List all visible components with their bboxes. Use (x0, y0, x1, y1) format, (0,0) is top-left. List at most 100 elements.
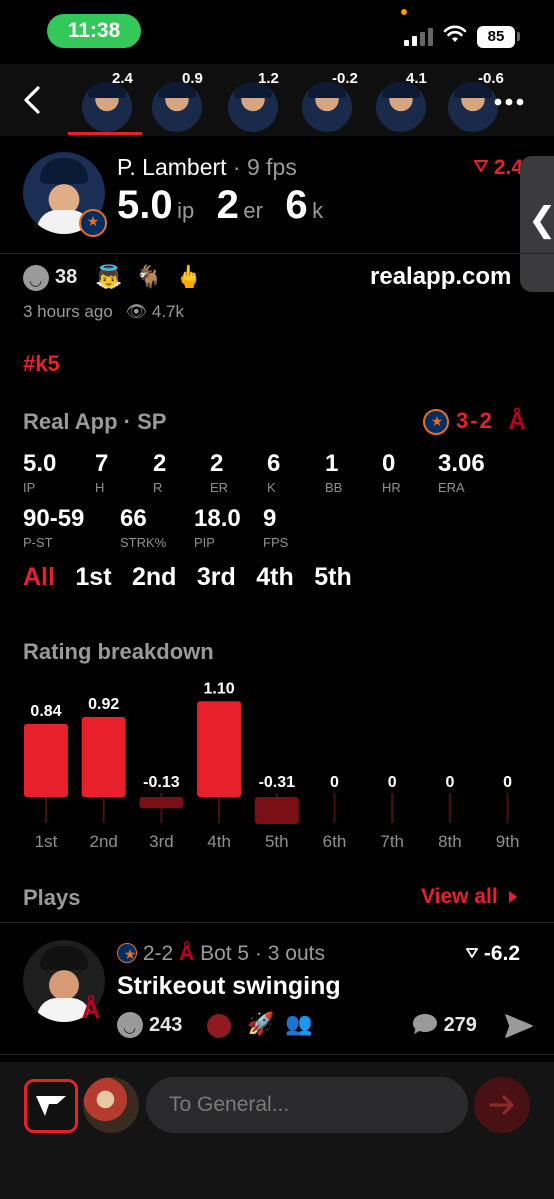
app-logo-icon (36, 1096, 66, 1116)
hashtag[interactable]: #k5 (23, 351, 60, 377)
k-value: 6 (285, 183, 308, 227)
category-label: 6th (323, 832, 347, 851)
play-reaction-count: 243 (149, 1014, 183, 1036)
category-label: 1st (35, 832, 58, 851)
strip-player[interactable]: 1.2 (228, 70, 284, 132)
tab-1st[interactable]: 1st (75, 563, 111, 592)
more-icon[interactable] (494, 98, 524, 106)
strip-player[interactable]: -0.2 (302, 70, 358, 132)
play-score: 2-2 (142, 942, 174, 965)
rocket-emoji-icon[interactable]: 🚀 (247, 1011, 274, 1037)
stat-value: 90-59 (23, 505, 85, 532)
ip-unit: ip (177, 198, 195, 223)
game-title: Real App · SP (23, 409, 167, 434)
player-strip: 2.4 0.9 1.2 -0.2 4.1 -0.6 (0, 64, 554, 136)
score-away: 3 (456, 408, 469, 433)
strip-player[interactable]: 4.1 (376, 70, 432, 132)
pitcher-summary-stats: 5.0 ip 2 er 6 k (117, 183, 341, 228)
bar-2nd (81, 716, 126, 797)
rating-delta-value: 2.4 (493, 156, 524, 179)
back-icon[interactable] (20, 84, 44, 116)
stat-label: H (95, 480, 105, 495)
middle-finger-emoji-icon[interactable]: 🖕 (175, 264, 202, 290)
bar-4th (197, 701, 242, 797)
tab-4th[interactable]: 4th (256, 563, 294, 592)
smiley-reaction-icon[interactable] (23, 265, 49, 291)
view-count: 4.7k (151, 302, 184, 321)
ip-value: 5.0 (117, 183, 173, 227)
bar-value-label: -0.13 (143, 774, 180, 791)
eye-icon: 👁 (125, 302, 148, 321)
view-all-label: View all (421, 885, 498, 908)
angels-logo-icon: Å (81, 994, 101, 1024)
stat-value: 2 (153, 450, 167, 477)
category-label: 4th (207, 832, 231, 851)
player-rating: 2.4 (112, 70, 133, 87)
score-home: 2 (479, 408, 492, 433)
privacy-indicator (401, 9, 407, 15)
player-rating: 0.9 (182, 70, 203, 87)
stat-value: 3.06 (438, 450, 485, 477)
pitcher-name-text: P. Lambert (117, 154, 227, 180)
rating-delta: 2.4 (473, 156, 524, 180)
category-label: 8th (438, 832, 462, 851)
bar-3rd (139, 797, 184, 809)
app-logo-button[interactable] (24, 1079, 78, 1133)
astros-logo-icon (423, 409, 449, 435)
status-time[interactable]: 11:38 (47, 14, 141, 48)
play-title[interactable]: Strikeout swinging (117, 972, 341, 1001)
message-input[interactable] (146, 1077, 468, 1133)
send-button[interactable] (474, 1077, 530, 1133)
tab-3rd[interactable]: 3rd (197, 563, 236, 592)
people-emoji-icon[interactable]: 👥 (285, 1011, 312, 1037)
bar-value-label: 0 (445, 774, 454, 791)
tab-all[interactable]: All (23, 563, 55, 592)
bar-value-label: 0.92 (88, 696, 119, 713)
down-triangle-icon (473, 160, 489, 173)
category-label: 2nd (90, 832, 118, 851)
red-circle-emoji-icon[interactable] (207, 1014, 231, 1038)
side-drawer-handle[interactable]: ❮ (520, 156, 554, 292)
tab-5th[interactable]: 5th (314, 563, 352, 592)
battery-tip (517, 32, 520, 41)
stat-value: 7 (95, 450, 109, 477)
game-score: 3-2 (456, 408, 492, 434)
bar-value-label: 1.10 (204, 680, 235, 697)
player-avatar (152, 82, 202, 132)
down-triangle-icon (465, 948, 479, 959)
stat-value: 0 (382, 450, 396, 477)
chevron-left-icon: ❮ (528, 201, 554, 239)
source-site[interactable]: realapp.com (370, 263, 511, 291)
smiley-reaction-icon[interactable] (117, 1012, 143, 1038)
angels-logo-icon: Å (508, 408, 526, 435)
stat-r: 2R (153, 450, 166, 495)
stat-label: IP (23, 480, 36, 495)
pitcher-name[interactable]: P. Lambert · 9 fps (117, 154, 297, 181)
bar-value-label: -0.31 (259, 774, 296, 791)
strip-player[interactable]: 0.9 (152, 70, 208, 132)
post-meta: 3 hours ago 👁 4.7k (23, 302, 184, 322)
comment-bubble-icon (413, 1014, 437, 1034)
strip-player[interactable]: 2.4 (82, 70, 138, 132)
stat-pitches-strikes: 90-59 P-ST (23, 505, 84, 550)
stat-fps: 9 FPS (263, 505, 288, 550)
angel-emoji-icon[interactable]: 👼 (95, 264, 122, 290)
stat-k: 6K (267, 450, 280, 495)
tab-2nd[interactable]: 2nd (132, 563, 176, 592)
reaction-count: 38 (55, 266, 78, 288)
player-avatar (82, 82, 132, 132)
comment-button[interactable]: 279 (412, 1013, 477, 1037)
stat-value: 18.0 (194, 505, 241, 532)
bar-value-label: 0 (330, 774, 339, 791)
stat-label: STRK% (120, 535, 167, 550)
selected-player-indicator (68, 132, 142, 135)
play-delta-value: -6.2 (483, 942, 521, 965)
goat-emoji-icon[interactable]: 🐐 (135, 264, 162, 290)
battery-indicator: 85 (477, 26, 515, 48)
share-send-icon[interactable] (505, 1014, 533, 1038)
astros-logo-icon (117, 943, 142, 963)
group-avatar[interactable] (83, 1077, 139, 1133)
status-bar: 11:38 85 (0, 0, 554, 64)
view-all-link[interactable]: View all (421, 885, 518, 909)
stat-label: ER (210, 480, 229, 495)
